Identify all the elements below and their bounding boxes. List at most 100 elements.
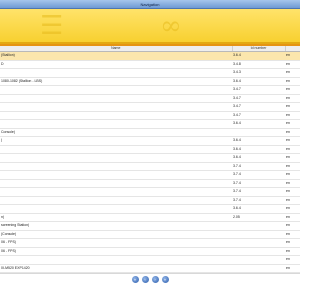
id-cell: 3.4.7	[232, 102, 285, 112]
name-cell	[0, 94, 232, 103]
name-cell	[0, 85, 232, 95]
table-row[interactable]: n) 2.05 en	[0, 213, 300, 222]
window-title: Navigation	[0, 0, 300, 9]
lang-cell: en	[285, 60, 300, 69]
pagination: « ‹ › »	[0, 276, 300, 285]
id-cell: 3.4.7	[232, 111, 285, 120]
id-cell: 3.6.4	[232, 51, 285, 61]
footer-divider	[0, 273, 300, 274]
lang-cell: en	[285, 247, 300, 256]
last-page-icon[interactable]: »	[161, 276, 169, 283]
table-row[interactable]: 3.6.4 en	[0, 145, 300, 154]
lang-cell: en	[285, 85, 300, 95]
lang-cell: en	[285, 102, 300, 112]
id-cell: 3.7.4	[232, 196, 285, 205]
lang-cell: en	[285, 264, 300, 273]
header-banner: ☰ ∞	[0, 9, 300, 44]
results-table: Name Id number (Stallion) 3.6.4 en D 3.4.8 en…	[0, 46, 300, 273]
name-cell	[0, 179, 232, 188]
name-cell	[0, 162, 232, 171]
id-cell	[232, 221, 285, 231]
id-cell: 3.4.7	[232, 85, 285, 95]
id-cell: 3.6.4	[232, 204, 285, 214]
name-cell: Console)	[0, 128, 232, 137]
table-row[interactable]: (Stallion) 3.6.4 en	[0, 51, 300, 61]
id-cell: 3.4.7	[232, 94, 285, 103]
lang-cell: en	[285, 170, 300, 180]
name-cell	[0, 119, 232, 129]
id-cell: 3.6.4	[232, 136, 285, 146]
table-row[interactable]: 3.4.7 en	[0, 85, 300, 95]
name-cell: (Console)	[0, 230, 232, 239]
lang-cell: en	[285, 221, 300, 231]
name-cell: 0I-M520 EXP1420	[0, 264, 232, 273]
table-row[interactable]: 3.6.4 en	[0, 119, 300, 129]
prev-page-icon[interactable]: ‹	[141, 276, 149, 283]
lang-cell: en	[285, 77, 300, 86]
id-cell: 2.05	[232, 213, 285, 222]
table-row[interactable]: 3.7.4 en	[0, 187, 300, 197]
lang-cell: en	[285, 94, 300, 103]
table-row[interactable]: 3.7.4 en	[0, 196, 300, 205]
table-row[interactable]: (Console) en	[0, 230, 300, 239]
id-cell: 3.6.4	[232, 153, 285, 163]
id-cell: 3.7.4	[232, 170, 285, 180]
lang-cell: en	[285, 145, 300, 154]
lang-cell: en	[285, 136, 300, 146]
table-row[interactable]: en	[0, 255, 300, 265]
lang-cell: en	[285, 204, 300, 214]
lang-cell: en	[285, 51, 300, 61]
name-cell	[0, 153, 232, 163]
table-row[interactable]: D 3.4.8 en	[0, 60, 300, 69]
id-cell	[232, 238, 285, 248]
name-cell	[0, 170, 232, 180]
lang-cell: en	[285, 238, 300, 248]
id-cell	[232, 264, 285, 273]
table-row[interactable]: 3.7.4 en	[0, 179, 300, 188]
table-row[interactable]: 3.6.4 en	[0, 204, 300, 214]
next-page-icon[interactable]: ›	[151, 276, 159, 283]
banner-decoration-right: ∞	[160, 11, 182, 41]
name-cell	[0, 145, 232, 154]
id-cell: 3.6.4	[232, 77, 285, 86]
name-cell	[0, 204, 232, 214]
name-cell	[0, 102, 232, 112]
lang-cell: en	[285, 213, 300, 222]
table-row[interactable]: ) 3.6.4 en	[0, 136, 300, 146]
name-cell: (Stallion)	[0, 51, 232, 61]
table-row[interactable]: 3.4.7 en	[0, 102, 300, 112]
table-row[interactable]: 0I-M520 EXP1420 en	[0, 264, 300, 273]
table-row[interactable]: 3.4.7 en	[0, 94, 300, 103]
id-cell: 3.7.4	[232, 187, 285, 197]
table-row[interactable]: 3.7.4 en	[0, 162, 300, 171]
lang-cell: en	[285, 111, 300, 120]
name-cell	[0, 111, 232, 120]
table-row[interactable]: 06 - FPS) en	[0, 238, 300, 248]
name-cell: 1080-1082 (Stallion - LBS)	[0, 77, 232, 86]
table-row[interactable]: 3.7.4 en	[0, 170, 300, 180]
lang-cell: en	[285, 187, 300, 197]
lang-cell: en	[285, 153, 300, 163]
table-row[interactable]: Console) en	[0, 128, 300, 137]
name-cell	[0, 196, 232, 205]
table-row[interactable]: 3.4.3 en	[0, 68, 300, 78]
id-cell	[232, 255, 285, 265]
lang-cell: en	[285, 230, 300, 239]
name-cell: screening Station)	[0, 221, 232, 231]
banner-decoration-left: ☰	[40, 11, 64, 41]
id-cell	[232, 247, 285, 256]
table-row[interactable]: 3.6.4 en	[0, 153, 300, 163]
table-row[interactable]: 3.4.7 en	[0, 111, 300, 120]
lang-cell: en	[285, 128, 300, 137]
table-row[interactable]: screening Station) en	[0, 221, 300, 231]
lang-cell: en	[285, 119, 300, 129]
name-cell: n)	[0, 213, 232, 222]
id-cell: 3.7.4	[232, 179, 285, 188]
id-cell: 3.7.4	[232, 162, 285, 171]
id-cell	[232, 128, 285, 137]
name-cell	[0, 68, 232, 78]
table-row[interactable]: 06 - FPS) en	[0, 247, 300, 256]
id-cell: 3.6.4	[232, 119, 285, 129]
first-page-icon[interactable]: «	[131, 276, 139, 283]
table-row[interactable]: 1080-1082 (Stallion - LBS) 3.6.4 en	[0, 77, 300, 86]
